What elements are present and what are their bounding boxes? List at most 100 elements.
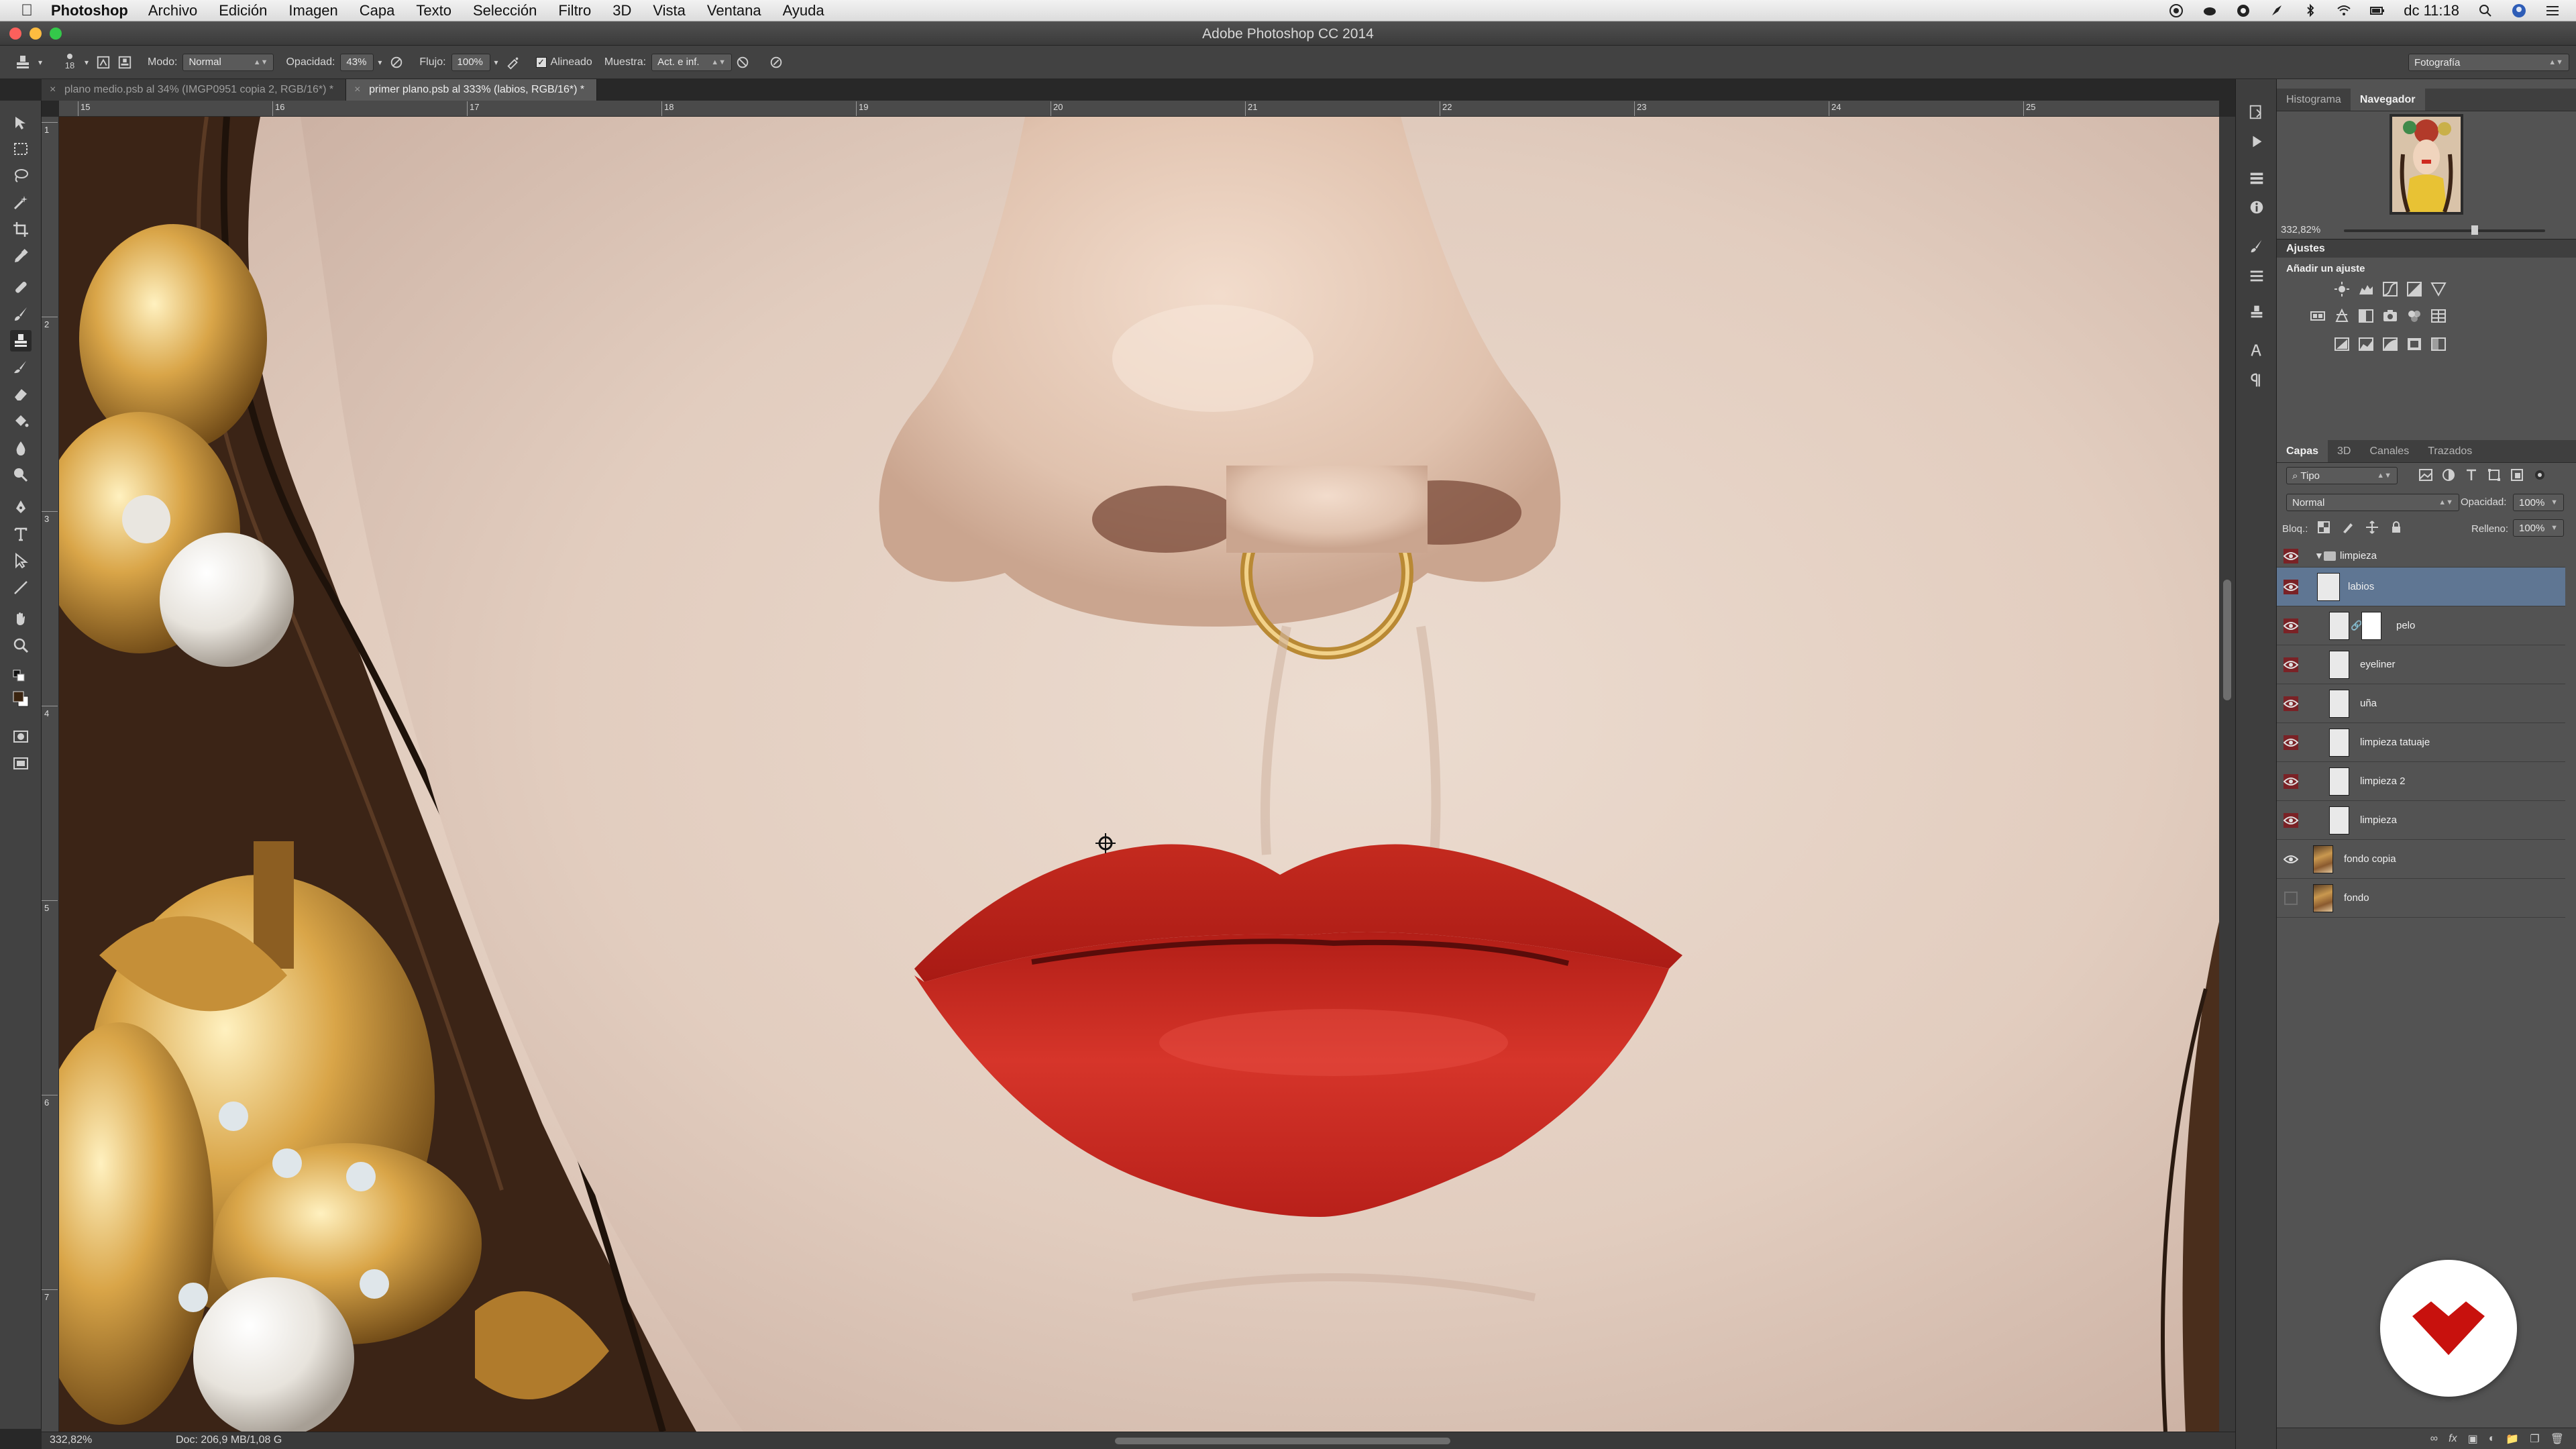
navigator-zoom[interactable]: 332,82% — [2281, 224, 2320, 235]
status-doc-size[interactable]: Doc: 206,9 MB/1,08 G — [176, 1434, 282, 1446]
posterize-icon[interactable] — [2357, 335, 2375, 353]
eye-icon[interactable] — [2284, 657, 2298, 672]
eye-icon[interactable] — [2284, 549, 2298, 564]
menu-ventana[interactable]: Ventana — [707, 2, 761, 19]
gradient-map-icon[interactable] — [2430, 335, 2447, 353]
layer-fondo-copia[interactable]: fondo copia — [2277, 840, 2565, 879]
actions-panel-icon[interactable] — [2247, 133, 2266, 152]
tab-capas[interactable]: Capas — [2277, 440, 2328, 462]
eye-icon[interactable] — [2284, 619, 2298, 633]
filter-toggle-icon[interactable] — [2532, 467, 2548, 483]
lock-all-icon[interactable] — [2390, 521, 2403, 534]
layer-eyeliner[interactable]: eyeliner — [2277, 645, 2565, 684]
filter-adjustment-icon[interactable] — [2440, 467, 2457, 483]
paint-bucket-tool-icon[interactable] — [10, 411, 32, 432]
eye-status-icon[interactable] — [2236, 3, 2251, 18]
threshold-icon[interactable] — [2381, 335, 2399, 353]
layer-limpieza-2[interactable]: limpieza 2 — [2277, 762, 2565, 801]
wifi-icon[interactable] — [2337, 3, 2351, 18]
tool-preset-dropdown-icon[interactable]: ▾ — [34, 52, 47, 73]
link-layers-icon[interactable]: ∞ — [2430, 1433, 2438, 1445]
horizontal-ruler[interactable]: 15 16 17 18 19 20 21 22 23 24 25 — [59, 101, 2219, 117]
tab-primer-plano[interactable]: × primer plano.psb al 333% (labios, RGB/1… — [346, 79, 598, 101]
status-zoom[interactable]: 332,82% — [50, 1434, 92, 1446]
menu-seleccion[interactable]: Selección — [473, 2, 537, 19]
menu-imagen[interactable]: Imagen — [288, 2, 337, 19]
photo-filter-icon[interactable] — [2381, 307, 2399, 325]
navigator-slider-knob[interactable] — [2471, 225, 2478, 235]
menu-3d[interactable]: 3D — [612, 2, 631, 19]
horizontal-scrollbar-thumb[interactable] — [1115, 1438, 1450, 1444]
move-tool-icon[interactable] — [10, 113, 32, 134]
menu-ayuda[interactable]: Ayuda — [783, 2, 824, 19]
black-white-icon[interactable] — [2357, 307, 2375, 325]
clone-source-panel-icon[interactable] — [114, 52, 136, 73]
opacity-slider-dropdown-icon[interactable]: ▾ — [374, 52, 386, 73]
add-mask-icon[interactable]: ▣ — [2468, 1432, 2478, 1446]
menu-vista[interactable]: Vista — [653, 2, 686, 19]
document-canvas[interactable] — [59, 117, 2219, 1432]
layer-style-icon[interactable]: fx — [2449, 1433, 2457, 1445]
eye-icon[interactable] — [2284, 891, 2298, 906]
layer-opacity-input[interactable]: 100% ▼ — [2513, 494, 2564, 511]
close-tab-icon[interactable]: × — [50, 79, 56, 101]
tab-navegador[interactable]: Navegador — [2350, 89, 2425, 111]
mode-select[interactable]: Normal ▲▼ — [182, 53, 274, 71]
tab-histograma[interactable]: Histograma — [2277, 89, 2351, 111]
layer-mask-thumbnail[interactable] — [2361, 612, 2381, 640]
eraser-tool-icon[interactable] — [10, 384, 32, 405]
sample-select[interactable]: Act. e inf. ▲▼ — [651, 53, 733, 71]
vibrance-icon[interactable] — [2430, 280, 2447, 298]
opacity-input[interactable]: 43% — [340, 53, 374, 71]
marquee-tool-icon[interactable] — [10, 138, 32, 160]
history-panel-icon[interactable] — [2247, 103, 2266, 122]
ignore-adjustment-layers-icon[interactable] — [732, 52, 753, 73]
zoom-tool-icon[interactable] — [10, 635, 32, 656]
apple-menu-icon[interactable]:  — [17, 1, 36, 20]
airbrush-icon[interactable] — [502, 52, 524, 73]
eye-icon[interactable] — [2284, 774, 2298, 789]
character-panel-icon[interactable] — [2247, 342, 2266, 361]
pressure-size-icon[interactable] — [765, 52, 787, 73]
aligned-checkbox[interactable]: ✓ — [535, 56, 547, 68]
vertical-ruler[interactable]: 1 2 3 4 5 6 7 — [42, 117, 59, 1432]
quick-mask-icon[interactable] — [10, 726, 32, 747]
invert-icon[interactable] — [2333, 335, 2351, 353]
clone-source-strip-icon[interactable] — [2247, 303, 2266, 322]
layer-limpieza[interactable]: limpieza — [2277, 801, 2565, 840]
selective-color-icon[interactable] — [2406, 335, 2423, 353]
layer-labios[interactable]: labios — [2277, 568, 2565, 606]
path-selection-tool-icon[interactable] — [10, 550, 32, 572]
menu-clock[interactable]: dc 11:18 — [2404, 2, 2459, 19]
battery-icon[interactable] — [2370, 3, 2385, 18]
eye-icon[interactable] — [2284, 735, 2298, 750]
foreground-background-color-icon[interactable] — [10, 688, 32, 710]
navigator-thumbnail[interactable] — [2390, 114, 2463, 215]
history-brush-tool-icon[interactable] — [10, 357, 32, 378]
curves-icon[interactable] — [2381, 280, 2399, 298]
exposure-icon[interactable] — [2406, 280, 2423, 298]
record-icon[interactable] — [2169, 3, 2184, 18]
filter-pixel-icon[interactable] — [2418, 467, 2434, 483]
delete-layer-icon[interactable]: 🗑 — [2551, 1432, 2564, 1446]
line-tool-icon[interactable] — [10, 577, 32, 598]
menu-edicion[interactable]: Edición — [219, 2, 267, 19]
eye-icon[interactable] — [2284, 813, 2298, 828]
rocket-icon[interactable] — [2269, 3, 2284, 18]
layer-group-limpieza[interactable]: ▼ limpieza — [2277, 545, 2565, 568]
new-group-icon[interactable]: 📁 — [2506, 1432, 2519, 1446]
clone-stamp-tool-icon[interactable] — [10, 330, 32, 352]
vertical-scrollbar[interactable] — [2219, 117, 2235, 1432]
channel-mixer-icon[interactable] — [2406, 307, 2423, 325]
lock-transparent-icon[interactable] — [2317, 521, 2330, 534]
close-tab-icon[interactable]: × — [354, 79, 360, 101]
filter-shape-icon[interactable] — [2486, 467, 2502, 483]
menu-filtro[interactable]: Filtro — [558, 2, 591, 19]
lock-image-icon[interactable] — [2341, 521, 2355, 534]
flow-slider-dropdown-icon[interactable]: ▾ — [490, 52, 502, 73]
brightness-contrast-icon[interactable] — [2333, 280, 2351, 298]
menu-capa[interactable]: Capa — [360, 2, 395, 19]
pressure-opacity-icon[interactable] — [386, 52, 407, 73]
menu-archivo[interactable]: Archivo — [148, 2, 197, 19]
layer-una[interactable]: uña — [2277, 684, 2565, 723]
